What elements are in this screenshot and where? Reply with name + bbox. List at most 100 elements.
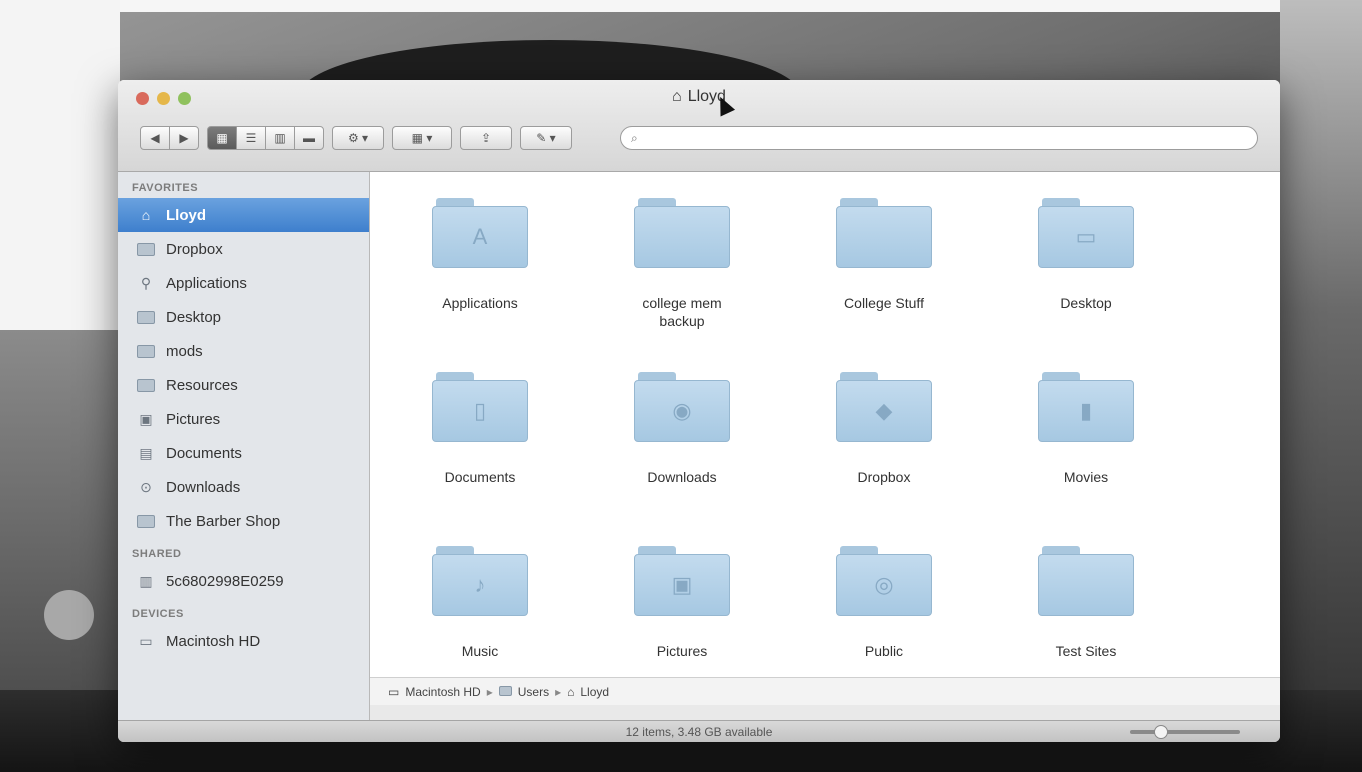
- path-segment-lloyd[interactable]: Lloyd: [580, 685, 609, 699]
- folder-label: Downloads: [647, 469, 717, 485]
- folder-label: Documents: [444, 469, 516, 485]
- folder-icon: A: [432, 198, 528, 268]
- sidebar-item-label: Downloads: [166, 478, 241, 496]
- downloads-icon: ⊙: [140, 478, 152, 495]
- folder-label: College Stuff: [844, 295, 924, 311]
- sidebar-item-desktop[interactable]: Desktop: [118, 300, 369, 334]
- server-icon: ▥: [139, 572, 153, 589]
- folder-label: Test Sites: [1055, 643, 1117, 659]
- folder-item-public[interactable]: ◎ Public: [784, 538, 984, 688]
- coverflow-view-button[interactable]: ▬: [294, 126, 324, 150]
- folder-icon: ◉: [634, 372, 730, 442]
- folder-icon: [136, 513, 156, 529]
- view-buttons: ▦ ☰ ▥ ▬: [207, 126, 324, 150]
- folder-item-test-sites[interactable]: Test Sites: [986, 538, 1186, 688]
- action-menu-button[interactable]: ⚙ ▾: [332, 126, 384, 150]
- pictures-icon: ▣: [139, 410, 153, 427]
- sidebar-item-label: Macintosh HD: [166, 632, 261, 650]
- folder-icon: ◎: [836, 546, 932, 616]
- sidebar-item-mods[interactable]: mods: [118, 334, 369, 368]
- folder-item-downloads[interactable]: ◉ Downloads: [582, 364, 782, 514]
- window-titlebar: ⌂ Lloyd ◀ ▶ ▦ ☰ ▥ ▬ ⚙ ▾ ▦ ▾ ⇪ ✎ ▾ ⌕: [118, 80, 1280, 172]
- folder-item-desktop[interactable]: ▭ Desktop: [986, 190, 1186, 340]
- content-area: A Applications college mem backup Colleg…: [370, 172, 1280, 677]
- sidebar-item-applications[interactable]: ⚲ Applications: [118, 266, 369, 300]
- sidebar-item-label: Pictures: [166, 410, 221, 428]
- sidebar-item-label: mods: [166, 342, 203, 360]
- forward-button[interactable]: ▶: [169, 126, 199, 150]
- sidebar-item-label: Resources: [166, 376, 238, 394]
- sidebar-item-the-barber-shop[interactable]: The Barber Shop: [118, 504, 369, 538]
- path-bar: ▭ Macintosh HD ▸ Users ▸ ⌂ Lloyd: [370, 677, 1280, 705]
- sidebar-item-label: Dropbox: [166, 240, 223, 258]
- folder-icon: [634, 198, 730, 268]
- icon-view-button[interactable]: ▦: [207, 126, 237, 150]
- path-segment-macintosh-hd[interactable]: Macintosh HD: [405, 685, 480, 699]
- share-button[interactable]: ⇪: [460, 126, 512, 150]
- folder-item-movies[interactable]: ▮ Movies: [986, 364, 1186, 514]
- folder-grid: A Applications college mem backup Colleg…: [380, 190, 1270, 688]
- sidebar-item-label: 5c6802998E0259: [166, 572, 284, 590]
- sidebar-item-downloads[interactable]: ⊙ Downloads: [118, 470, 369, 504]
- folder-label: Desktop: [1060, 295, 1112, 311]
- folder-item-dropbox[interactable]: ◆ Dropbox: [784, 364, 984, 514]
- folder-item-documents[interactable]: ▯ Documents: [380, 364, 580, 514]
- folder-label: Pictures: [656, 643, 708, 659]
- edit-tags-button[interactable]: ✎ ▾: [520, 126, 572, 150]
- home-icon: ⌂: [141, 207, 151, 223]
- applications-icon: ⚲: [140, 274, 152, 291]
- folder-item-college-stuff[interactable]: College Stuff: [784, 190, 984, 340]
- path-segment-users[interactable]: Users: [518, 685, 549, 699]
- icon-size-slider[interactable]: [1130, 725, 1240, 739]
- folder-label: Public: [864, 643, 904, 659]
- sidebar-section-favorites: FAVORITES: [132, 182, 199, 194]
- search-input[interactable]: ⌕: [620, 126, 1258, 150]
- documents-icon: ▤: [139, 444, 153, 461]
- search-icon: ⌕: [631, 130, 638, 145]
- folder-icon: ▯: [432, 372, 528, 442]
- sidebar-item-label: The Barber Shop: [166, 512, 281, 530]
- folder-label: Applications: [442, 295, 518, 311]
- folder-icon: ▮: [1038, 372, 1134, 442]
- sidebar-item-pictures[interactable]: ▣ Pictures: [118, 402, 369, 436]
- desktop-background-knob: [44, 590, 94, 640]
- folder-label: college mem backup: [642, 295, 722, 329]
- back-button[interactable]: ◀: [140, 126, 170, 150]
- nav-buttons: ◀ ▶: [140, 126, 199, 150]
- path-separator: ▸: [555, 684, 562, 699]
- toolbar: ◀ ▶ ▦ ☰ ▥ ▬ ⚙ ▾ ▦ ▾ ⇪ ✎ ▾ ⌕: [140, 124, 1258, 152]
- folder-icon: ◆: [836, 372, 932, 442]
- folder-icon: ▣: [634, 546, 730, 616]
- sidebar-item-documents[interactable]: ▤ Documents: [118, 436, 369, 470]
- folder-label: Movies: [1063, 469, 1109, 485]
- status-text: 12 items, 3.48 GB available: [625, 725, 773, 739]
- folder-item-college-mem-backup[interactable]: college mem backup: [582, 190, 782, 340]
- column-view-button[interactable]: ▥: [265, 126, 295, 150]
- folder-icon: ♪: [432, 546, 528, 616]
- sidebar-item-dropbox[interactable]: Dropbox: [118, 232, 369, 266]
- folder-icon: [136, 309, 156, 325]
- home-icon: ⌂: [567, 684, 575, 699]
- folder-item-pictures[interactable]: ▣ Pictures: [582, 538, 782, 688]
- status-bar: 12 items, 3.48 GB available: [118, 720, 1280, 742]
- folder-icon: [136, 377, 156, 393]
- finder-window: ⌂ Lloyd ◀ ▶ ▦ ☰ ▥ ▬ ⚙ ▾ ▦ ▾ ⇪ ✎ ▾ ⌕ FAVOR…: [118, 80, 1280, 742]
- desktop-background-right: [1280, 0, 1362, 772]
- folder-icon: [136, 343, 156, 359]
- folder-item-music[interactable]: ♪ Music: [380, 538, 580, 688]
- disk-icon: ▭: [388, 684, 400, 699]
- folder-label: Music: [461, 643, 499, 659]
- folder-item-applications[interactable]: A Applications: [380, 190, 580, 340]
- folder-icon: [836, 198, 932, 268]
- sidebar-section-shared: SHARED: [132, 548, 182, 560]
- list-view-button[interactable]: ☰: [236, 126, 266, 150]
- window-title: ⌂ Lloyd: [118, 88, 1280, 106]
- sidebar-item-resources[interactable]: Resources: [118, 368, 369, 402]
- sidebar-item-shared-server[interactable]: ▥ 5c6802998E0259: [118, 564, 369, 598]
- sidebar-item-label: Applications: [166, 274, 247, 292]
- arrange-menu-button[interactable]: ▦ ▾: [392, 126, 452, 150]
- sidebar-item-lloyd[interactable]: ⌂ Lloyd: [118, 198, 369, 232]
- sidebar-item-label: Lloyd: [166, 206, 206, 224]
- icon-size-slider-knob[interactable]: [1154, 725, 1168, 739]
- sidebar-item-macintosh-hd[interactable]: ▭ Macintosh HD: [118, 624, 369, 658]
